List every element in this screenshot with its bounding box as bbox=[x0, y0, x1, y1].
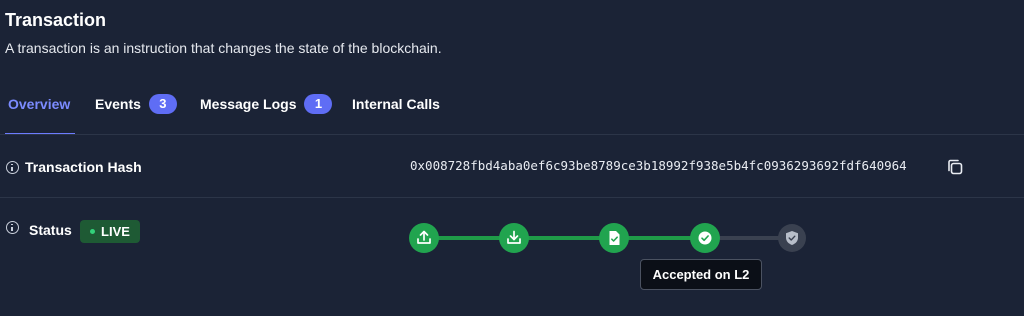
tab-message-logs[interactable]: Message Logs 1 bbox=[200, 94, 333, 134]
step-tooltip: Accepted on L2 bbox=[640, 259, 762, 290]
tab-overview-label: Overview bbox=[8, 96, 71, 112]
page-title: Transaction bbox=[5, 10, 107, 30]
step-accepted-l1[interactable] bbox=[778, 224, 806, 252]
tab-internal-calls-label: Internal Calls bbox=[352, 96, 440, 112]
tab-bar: Overview Events 3 Message Logs 1 Interna… bbox=[0, 88, 1024, 134]
tab-events-label: Events bbox=[95, 96, 141, 112]
message-logs-count-badge: 1 bbox=[304, 94, 333, 114]
tab-message-logs-label: Message Logs bbox=[200, 96, 297, 112]
transaction-hash-label: Transaction Hash bbox=[25, 159, 142, 175]
live-dot-icon bbox=[90, 229, 96, 234]
tab-events[interactable]: Events 3 bbox=[95, 94, 177, 134]
step-prechecked[interactable] bbox=[599, 223, 629, 253]
transaction-hash-value: 0x008728fbd4aba0ef6c93be8789ce3b18992f93… bbox=[410, 158, 907, 173]
file-check-icon bbox=[609, 231, 620, 245]
step-accepted-l2[interactable] bbox=[690, 223, 720, 253]
status-progress bbox=[409, 223, 806, 253]
status-badge-label: LIVE bbox=[101, 224, 130, 239]
page-subtitle: A transaction is an instruction that cha… bbox=[5, 40, 442, 56]
status-badge: LIVE bbox=[80, 220, 140, 243]
step-received[interactable] bbox=[499, 223, 529, 253]
events-count-badge: 3 bbox=[148, 94, 177, 114]
tab-overview[interactable]: Overview bbox=[8, 96, 70, 134]
info-icon bbox=[6, 221, 19, 234]
status-label: Status bbox=[29, 222, 72, 238]
copy-icon[interactable] bbox=[946, 158, 964, 176]
check-circle-icon bbox=[698, 231, 712, 245]
tab-internal-calls[interactable]: Internal Calls bbox=[352, 96, 440, 134]
info-icon bbox=[6, 161, 19, 174]
step-submitted[interactable] bbox=[409, 223, 439, 253]
row-divider bbox=[0, 197, 1024, 198]
tabs-divider bbox=[0, 134, 1024, 135]
